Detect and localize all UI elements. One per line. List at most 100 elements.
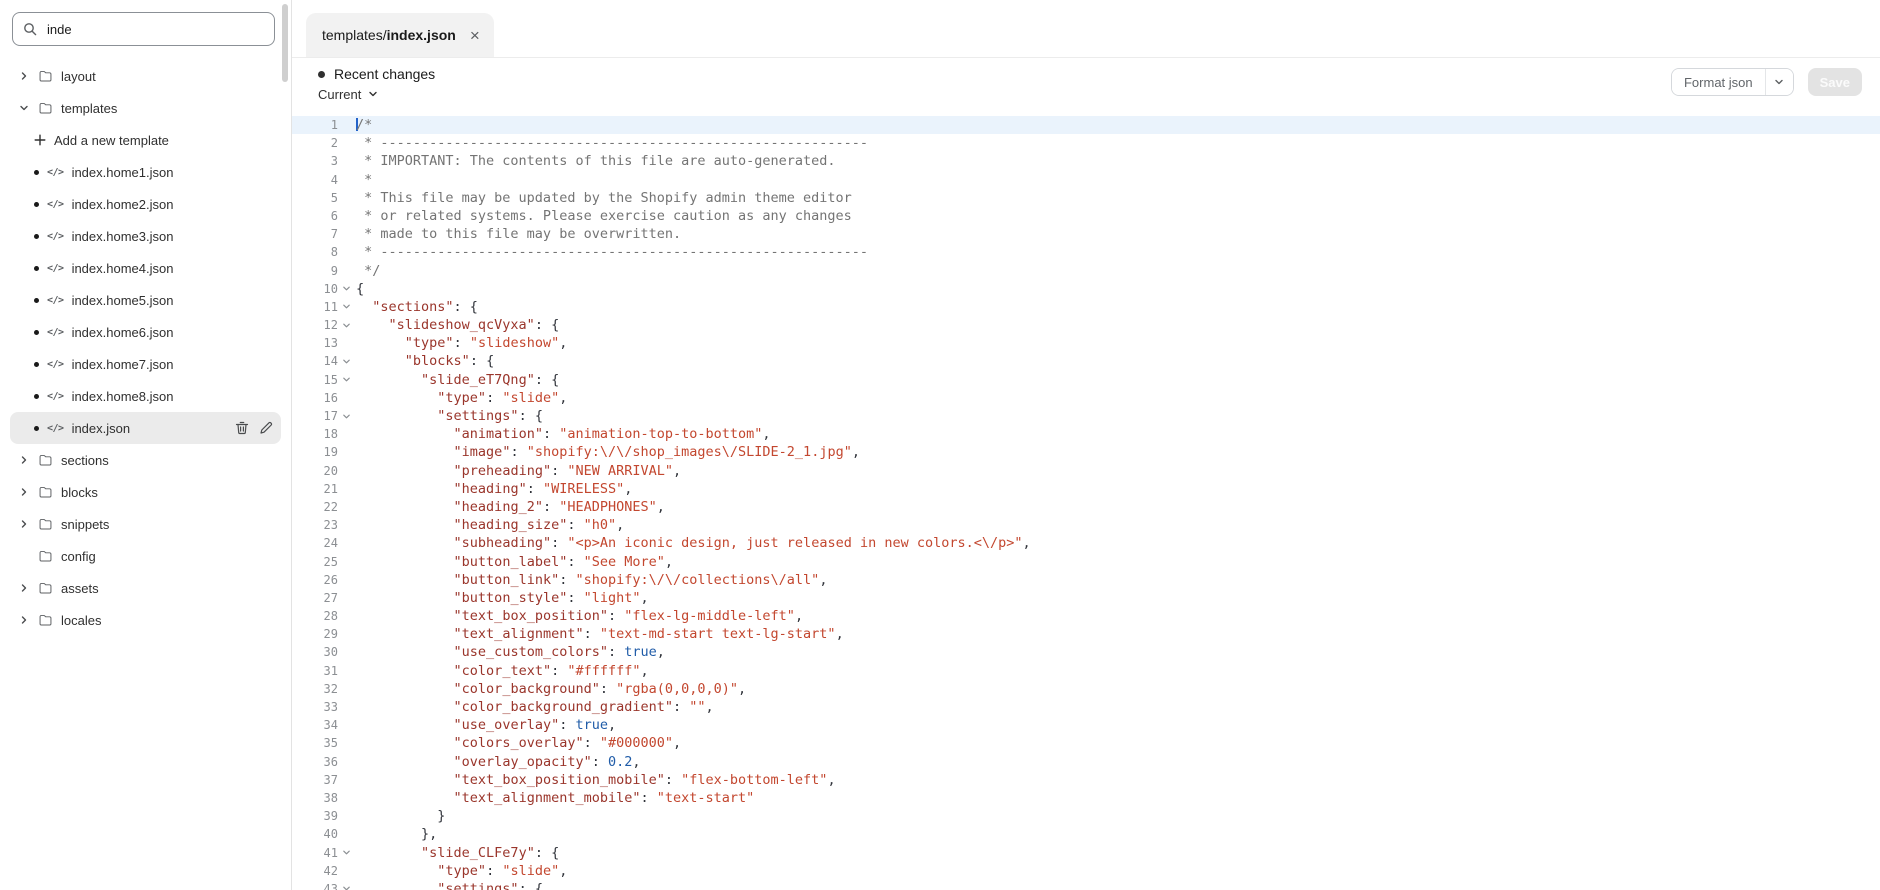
- tree-item-sections[interactable]: sections: [10, 444, 281, 476]
- tree-item-index-home1-json[interactable]: </>index.home1.json: [10, 156, 281, 188]
- modified-dot-icon: [34, 362, 39, 367]
- code-line-17[interactable]: 17 "settings": {: [292, 407, 1880, 425]
- tree-item-index-home7-json[interactable]: </>index.home7.json: [10, 348, 281, 380]
- save-button[interactable]: Save: [1808, 68, 1862, 96]
- code-line-40[interactable]: 40 },: [292, 825, 1880, 843]
- code-line-27[interactable]: 27 "button_style": "light",: [292, 589, 1880, 607]
- chevron-right-icon[interactable]: [18, 519, 30, 529]
- code-line-11[interactable]: 11 "sections": {: [292, 298, 1880, 316]
- add-new-template-button[interactable]: Add a new template: [10, 124, 281, 156]
- code-line-36[interactable]: 36 "overlay_opacity": 0.2,: [292, 753, 1880, 771]
- line-gutter: 19: [292, 443, 354, 461]
- code-line-1[interactable]: 1/*: [292, 116, 1880, 134]
- fold-toggle-icon[interactable]: [338, 375, 354, 384]
- tree-item-index-home8-json[interactable]: </>index.home8.json: [10, 380, 281, 412]
- line-gutter: 33: [292, 698, 354, 716]
- code-line-8[interactable]: 8 * ------------------------------------…: [292, 243, 1880, 261]
- line-number: 25: [292, 553, 338, 571]
- tree-item-templates[interactable]: templates: [10, 92, 281, 124]
- chevron-right-icon[interactable]: [18, 71, 30, 81]
- code-line-43[interactable]: 43 "settings": {: [292, 880, 1880, 890]
- code-line-28[interactable]: 28 "text_box_position": "flex-lg-middle-…: [292, 607, 1880, 625]
- tree-item-index-home5-json[interactable]: </>index.home5.json: [10, 284, 281, 316]
- code-line-25[interactable]: 25 "button_label": "See More",: [292, 553, 1880, 571]
- code-line-24[interactable]: 24 "subheading": "<p>An iconic design, j…: [292, 534, 1880, 552]
- code-line-21[interactable]: 21 "heading": "WIRELESS",: [292, 480, 1880, 498]
- tab-templates-index-json[interactable]: templates/index.json ×: [306, 13, 494, 57]
- code-line-16[interactable]: 16 "type": "slide",: [292, 389, 1880, 407]
- code-line-32[interactable]: 32 "color_background": "rgba(0,0,0,0)",: [292, 680, 1880, 698]
- code-line-29[interactable]: 29 "text_alignment": "text-md-start text…: [292, 625, 1880, 643]
- code-line-20[interactable]: 20 "preheading": "NEW ARRIVAL",: [292, 462, 1880, 480]
- fold-toggle-icon[interactable]: [338, 321, 354, 330]
- rename-file-button[interactable]: [259, 421, 273, 435]
- tree-item-config[interactable]: config: [10, 540, 281, 572]
- code-line-38[interactable]: 38 "text_alignment_mobile": "text-start": [292, 789, 1880, 807]
- tree-item-index-home6-json[interactable]: </>index.home6.json: [10, 316, 281, 348]
- tree-item-assets[interactable]: assets: [10, 572, 281, 604]
- tree-item-layout[interactable]: layout: [10, 60, 281, 92]
- chevron-right-icon[interactable]: [18, 455, 30, 465]
- code-line-9[interactable]: 9 */: [292, 262, 1880, 280]
- code-line-4[interactable]: 4 *: [292, 171, 1880, 189]
- code-line-35[interactable]: 35 "colors_overlay": "#000000",: [292, 734, 1880, 752]
- tree-item-index-home2-json[interactable]: </>index.home2.json: [10, 188, 281, 220]
- code-line-42[interactable]: 42 "type": "slide",: [292, 862, 1880, 880]
- code-line-19[interactable]: 19 "image": "shopify:\/\/shop_images\/SL…: [292, 443, 1880, 461]
- line-gutter: 18: [292, 425, 354, 443]
- tree-item-index-json[interactable]: </>index.json: [10, 412, 281, 444]
- fold-toggle-icon[interactable]: [338, 302, 354, 311]
- code-line-3[interactable]: 3 * IMPORTANT: The contents of this file…: [292, 152, 1880, 170]
- chevron-right-icon[interactable]: [18, 583, 30, 593]
- code-line-23[interactable]: 23 "heading_size": "h0",: [292, 516, 1880, 534]
- code-line-22[interactable]: 22 "heading_2": "HEADPHONES",: [292, 498, 1880, 516]
- code-line-14[interactable]: 14 "blocks": {: [292, 352, 1880, 370]
- delete-file-button[interactable]: [235, 421, 249, 435]
- code-line-12[interactable]: 12 "slideshow_qcVyxa": {: [292, 316, 1880, 334]
- code-editor[interactable]: 1/*2 * ---------------------------------…: [292, 114, 1880, 890]
- format-json-button[interactable]: Format json: [1672, 69, 1765, 95]
- code-line-text: "animation": "animation-top-to-bottom",: [354, 425, 771, 443]
- tree-item-blocks[interactable]: blocks: [10, 476, 281, 508]
- chevron-down-icon[interactable]: [18, 103, 30, 113]
- line-number: 18: [292, 425, 338, 443]
- chevron-right-icon[interactable]: [18, 487, 30, 497]
- chevron-right-icon[interactable]: [18, 615, 30, 625]
- tab-close-icon[interactable]: ×: [470, 27, 480, 44]
- code-line-6[interactable]: 6 * or related systems. Please exercise …: [292, 207, 1880, 225]
- fold-toggle-icon[interactable]: [338, 412, 354, 421]
- tree-item-label: sections: [61, 453, 109, 468]
- code-line-2[interactable]: 2 * ------------------------------------…: [292, 134, 1880, 152]
- code-line-7[interactable]: 7 * made to this file may be overwritten…: [292, 225, 1880, 243]
- code-line-39[interactable]: 39 }: [292, 807, 1880, 825]
- code-line-10[interactable]: 10{: [292, 280, 1880, 298]
- fold-toggle-icon[interactable]: [338, 884, 354, 890]
- code-line-15[interactable]: 15 "slide_eT7Qng": {: [292, 371, 1880, 389]
- code-line-30[interactable]: 30 "use_custom_colors": true,: [292, 643, 1880, 661]
- code-line-37[interactable]: 37 "text_box_position_mobile": "flex-bot…: [292, 771, 1880, 789]
- version-selector[interactable]: Current: [318, 87, 378, 102]
- fold-toggle-icon[interactable]: [338, 284, 354, 293]
- file-search[interactable]: [12, 12, 275, 46]
- code-line-13[interactable]: 13 "type": "slideshow",: [292, 334, 1880, 352]
- code-line-31[interactable]: 31 "color_text": "#ffffff",: [292, 662, 1880, 680]
- code-line-41[interactable]: 41 "slide_CLFe7y": {: [292, 844, 1880, 862]
- fold-toggle-icon[interactable]: [338, 357, 354, 366]
- code-line-26[interactable]: 26 "button_link": "shopify:\/\/collectio…: [292, 571, 1880, 589]
- code-line-34[interactable]: 34 "use_overlay": true,: [292, 716, 1880, 734]
- line-gutter: 31: [292, 662, 354, 680]
- fold-toggle-icon[interactable]: [338, 848, 354, 857]
- tree-item-index-home3-json[interactable]: </>index.home3.json: [10, 220, 281, 252]
- search-input[interactable]: [45, 21, 264, 38]
- format-options-dropdown[interactable]: [1765, 69, 1793, 95]
- sidebar-scrollbar[interactable]: [282, 4, 288, 82]
- line-gutter: 41: [292, 844, 354, 862]
- code-line-33[interactable]: 33 "color_background_gradient": "",: [292, 698, 1880, 716]
- tree-item-locales[interactable]: locales: [10, 604, 281, 636]
- code-line-5[interactable]: 5 * This file may be updated by the Shop…: [292, 189, 1880, 207]
- line-gutter: 14: [292, 352, 354, 370]
- editor-toolbar: Recent changes Current Format json: [292, 58, 1880, 114]
- tree-item-snippets[interactable]: snippets: [10, 508, 281, 540]
- code-line-18[interactable]: 18 "animation": "animation-top-to-bottom…: [292, 425, 1880, 443]
- tree-item-index-home4-json[interactable]: </>index.home4.json: [10, 252, 281, 284]
